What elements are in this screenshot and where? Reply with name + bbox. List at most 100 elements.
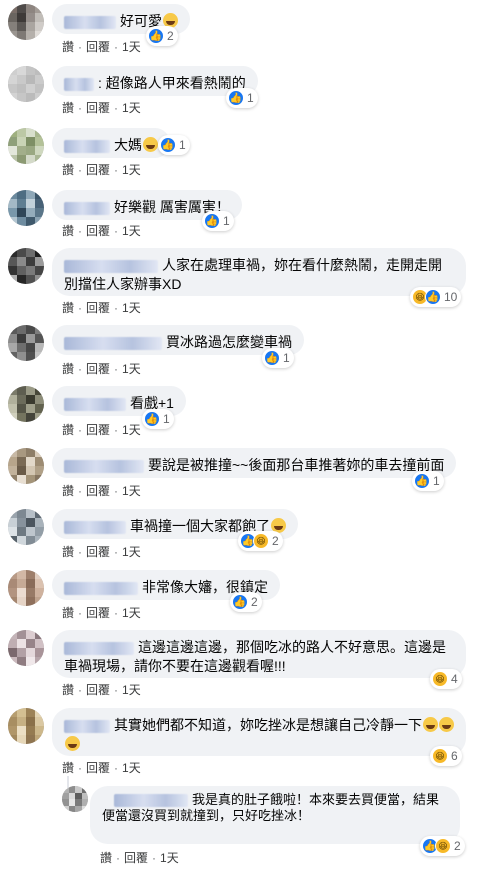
like-link[interactable]: 讚 [62,222,74,239]
reply-link[interactable]: 回覆 [86,222,110,239]
like-link[interactable]: 讚 [62,99,74,116]
avatar-pixel [8,536,17,545]
reaction-summary[interactable]: 😆 👍 10 [410,287,462,307]
avatar[interactable] [8,570,44,606]
like-link[interactable]: 讚 [62,38,74,55]
commenter-name[interactable] [64,139,110,153]
reply-link[interactable]: 回覆 [86,161,110,178]
reply-link[interactable]: 回覆 [124,849,148,866]
timestamp[interactable]: 1天 [122,360,141,377]
reaction-summary[interactable]: 👍 2 [146,26,178,46]
reaction-summary[interactable]: 😆 4 [430,669,462,689]
avatar-pixel [26,66,35,75]
avatar[interactable] [8,325,44,361]
timestamp[interactable]: 1天 [122,222,141,239]
commenter-name[interactable] [64,201,110,215]
reaction-summary[interactable]: 👍 1 [142,409,174,429]
timestamp[interactable]: 1天 [122,38,141,55]
avatar[interactable] [8,630,44,666]
commenter-name[interactable] [64,397,126,411]
reaction-summary[interactable]: 👍 1 [226,88,258,108]
timestamp[interactable]: 1天 [122,759,141,776]
like-link[interactable]: 讚 [62,421,74,438]
reaction-summary[interactable]: 👍 😆 2 [420,836,465,856]
reaction-summary[interactable]: 👍 1 [158,135,190,155]
avatar-pixel [26,735,35,744]
avatar-pixel [8,334,17,343]
reply-link[interactable]: 回覆 [86,360,110,377]
like-link[interactable]: 讚 [62,681,74,698]
reaction-summary[interactable]: 👍 1 [262,348,294,368]
avatar[interactable] [8,4,44,40]
like-link[interactable]: 讚 [62,759,74,776]
avatar-pixel [26,475,35,484]
avatar[interactable] [8,66,44,102]
reaction-summary[interactable]: 👍 😆 2 [238,531,283,551]
timestamp[interactable]: 1天 [122,299,141,316]
avatar-pixel [8,395,17,404]
avatar-pixel [8,475,17,484]
like-link[interactable]: 讚 [62,161,74,178]
like-link[interactable]: 讚 [62,482,74,499]
reply-actions: 讚 · 回覆 · 1天 [100,849,179,866]
avatar[interactable] [8,190,44,226]
timestamp[interactable]: 1天 [122,681,141,698]
avatar-pixel [35,588,44,597]
like-link[interactable]: 讚 [62,360,74,377]
timestamp[interactable]: 1天 [122,482,141,499]
commenter-name[interactable] [114,794,188,808]
commenter-name[interactable] [64,719,110,733]
reaction-summary[interactable]: 👍 1 [202,211,234,231]
reply-link[interactable]: 回覆 [86,299,110,316]
avatar[interactable] [8,708,44,744]
commenter-name[interactable] [64,459,144,473]
avatar[interactable] [8,386,44,422]
avatar-pixel [26,395,35,404]
commenter-name[interactable] [64,259,158,273]
timestamp[interactable]: 1天 [122,99,141,116]
avatar-pixel [35,457,44,466]
commenter-name[interactable] [64,77,94,91]
avatar-pixel [8,146,17,155]
reaction-summary[interactable]: 👍 1 [412,471,444,491]
avatar-pixel [35,248,44,257]
like-reaction-icon: 👍 [204,213,220,229]
like-link[interactable]: 讚 [62,604,74,621]
reply-link[interactable]: 回覆 [86,604,110,621]
like-link[interactable]: 讚 [62,299,74,316]
reply-link[interactable]: 回覆 [86,759,110,776]
commenter-name[interactable] [64,641,134,655]
reply-link[interactable]: 回覆 [86,421,110,438]
like-link[interactable]: 讚 [100,849,112,866]
avatar[interactable] [8,448,44,484]
reply-link[interactable]: 回覆 [86,543,110,560]
reply-link[interactable]: 回覆 [86,99,110,116]
avatar-pixel [17,597,26,606]
timestamp[interactable]: 1天 [122,604,141,621]
commenter-name[interactable] [64,520,126,534]
avatar-pixel [35,527,44,536]
reply-link[interactable]: 回覆 [86,482,110,499]
like-link[interactable]: 讚 [62,543,74,560]
timestamp[interactable]: 1天 [122,161,141,178]
reaction-summary[interactable]: 😆 6 [430,746,462,766]
timestamp[interactable]: 1天 [160,849,179,866]
avatar-pixel [35,475,44,484]
reply-link[interactable]: 回覆 [86,38,110,55]
avatar-pixel [8,248,17,257]
avatar-pixel [17,588,26,597]
avatar-pixel [17,708,26,717]
avatar-pixel [35,155,44,164]
avatar[interactable] [8,509,44,545]
reaction-summary[interactable]: 👍 2 [230,592,262,612]
avatar[interactable] [8,248,44,284]
commenter-name[interactable] [64,15,116,29]
commenter-name[interactable] [64,581,138,595]
avatar[interactable] [8,128,44,164]
timestamp[interactable]: 1天 [122,543,141,560]
timestamp[interactable]: 1天 [122,421,141,438]
reply-link[interactable]: 回覆 [86,681,110,698]
comment-text: 大媽 [114,137,142,153]
avatar[interactable] [62,786,88,812]
commenter-name[interactable] [64,336,162,350]
